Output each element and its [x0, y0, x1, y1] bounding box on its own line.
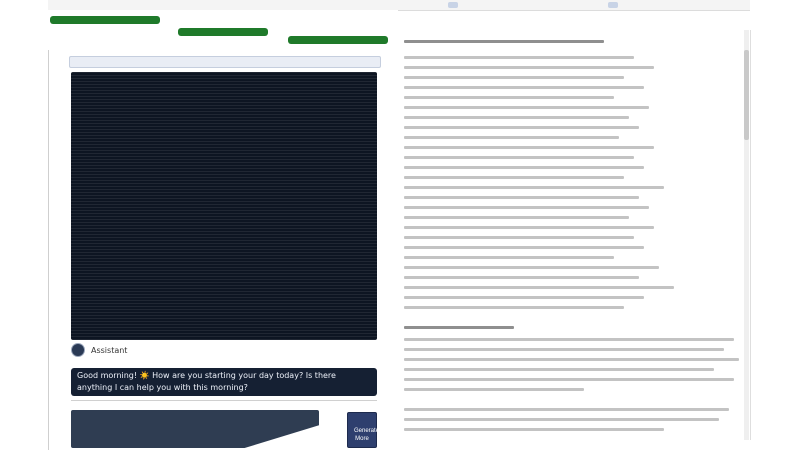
document-line: [404, 256, 614, 259]
document-line: [404, 276, 639, 279]
assistant-message: Good morning! ☀️ How are you starting yo…: [71, 368, 377, 396]
chat-header: [69, 56, 381, 68]
document-line: [404, 76, 624, 79]
document-line: [404, 286, 674, 289]
document-line: [404, 116, 629, 119]
document-line: [404, 166, 644, 169]
assistant-avatar-icon: [71, 343, 85, 357]
greeting-text: Good morning! ☀️ How are you starting yo…: [77, 371, 336, 392]
document-line: [404, 266, 659, 269]
chat-messages[interactable]: [71, 72, 377, 340]
document-line: [404, 338, 734, 341]
assistant-name: Assistant: [91, 345, 128, 355]
toolbar-indicator-icon[interactable]: [608, 2, 618, 8]
document-line: [404, 246, 644, 249]
document-line: [404, 206, 649, 209]
tab[interactable]: [50, 16, 160, 24]
document-line: [404, 418, 719, 421]
document-line: [404, 428, 664, 431]
document-line: [404, 156, 634, 159]
toolbar-indicator-icon[interactable]: [448, 2, 458, 8]
document-line: [404, 196, 639, 199]
tab[interactable]: [178, 28, 268, 36]
document-line: [404, 126, 639, 129]
document-line: [404, 326, 514, 329]
document-line: [404, 368, 714, 371]
document-line: [404, 236, 634, 239]
document-line: [404, 176, 624, 179]
document-line: [404, 146, 654, 149]
document-line: [404, 136, 619, 139]
document-line: [404, 56, 634, 59]
document-line: [404, 408, 729, 411]
document-line: [404, 358, 739, 361]
document-line: [404, 296, 644, 299]
document-line: [404, 306, 624, 309]
document-line: [404, 216, 629, 219]
divider: [71, 400, 377, 401]
scrollbar-thumb[interactable]: [744, 50, 749, 140]
document-line: [404, 66, 654, 69]
document-line: [404, 86, 644, 89]
document-line: [404, 388, 584, 391]
document-line: [404, 348, 724, 351]
tab-bar: [48, 10, 398, 50]
tab[interactable]: [288, 36, 388, 44]
document-line: [404, 226, 654, 229]
document-line: [404, 96, 614, 99]
document-scrollbar[interactable]: [744, 30, 749, 440]
message-input[interactable]: [71, 410, 319, 448]
document-line: [404, 106, 649, 109]
chat-panel: Assistant Good morning! ☀️ How are you s…: [48, 50, 399, 450]
assistant-header: Assistant: [71, 343, 127, 357]
document-line: [404, 40, 604, 43]
document-line: [404, 378, 734, 381]
document-panel: [400, 30, 751, 440]
generate-more-button[interactable]: Generate More: [347, 412, 379, 448]
document-line: [404, 186, 664, 189]
